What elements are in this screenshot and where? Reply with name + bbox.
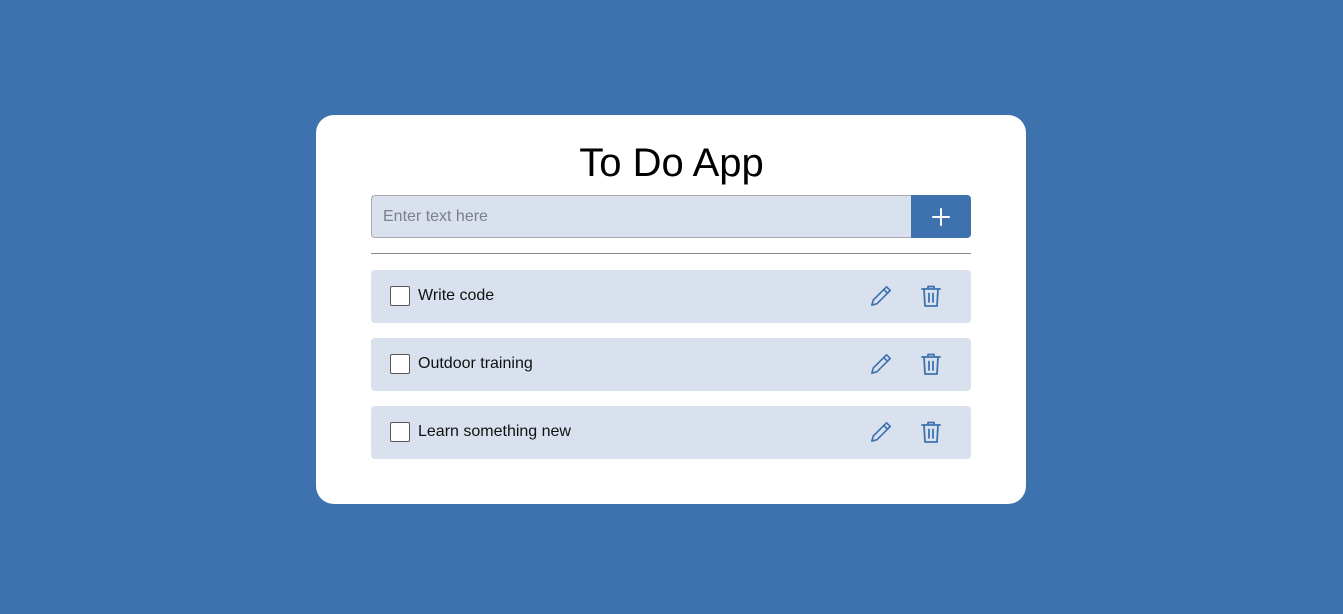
- trash-icon: [921, 421, 941, 443]
- add-todo-form: [371, 195, 971, 238]
- edit-todo-button[interactable]: [868, 283, 894, 309]
- delete-todo-button[interactable]: [918, 419, 944, 445]
- delete-todo-button[interactable]: [918, 283, 944, 309]
- todo-label: Learn something new: [418, 423, 571, 440]
- todo-item: Learn something new: [371, 406, 971, 459]
- pencil-icon: [871, 354, 891, 374]
- todo-item: Outdoor training: [371, 338, 971, 391]
- todo-label: Write code: [418, 287, 495, 304]
- trash-icon: [921, 353, 941, 375]
- divider: [371, 253, 971, 254]
- add-todo-button[interactable]: [911, 195, 971, 238]
- delete-todo-button[interactable]: [918, 351, 944, 377]
- todo-checkbox[interactable]: [390, 354, 410, 374]
- pencil-icon: [871, 286, 891, 306]
- edit-todo-button[interactable]: [868, 419, 894, 445]
- todo-checkbox[interactable]: [390, 422, 410, 442]
- pencil-icon: [871, 422, 891, 442]
- todo-item: Write code: [371, 270, 971, 323]
- trash-icon: [921, 285, 941, 307]
- todo-list: Write code Outdoor training Learn someth…: [371, 270, 971, 474]
- edit-todo-button[interactable]: [868, 351, 894, 377]
- plus-icon: [932, 207, 950, 226]
- page-title: To Do App: [579, 141, 764, 185]
- todo-checkbox[interactable]: [390, 286, 410, 306]
- todo-label: Outdoor training: [418, 355, 533, 372]
- todo-text-input[interactable]: [371, 195, 911, 238]
